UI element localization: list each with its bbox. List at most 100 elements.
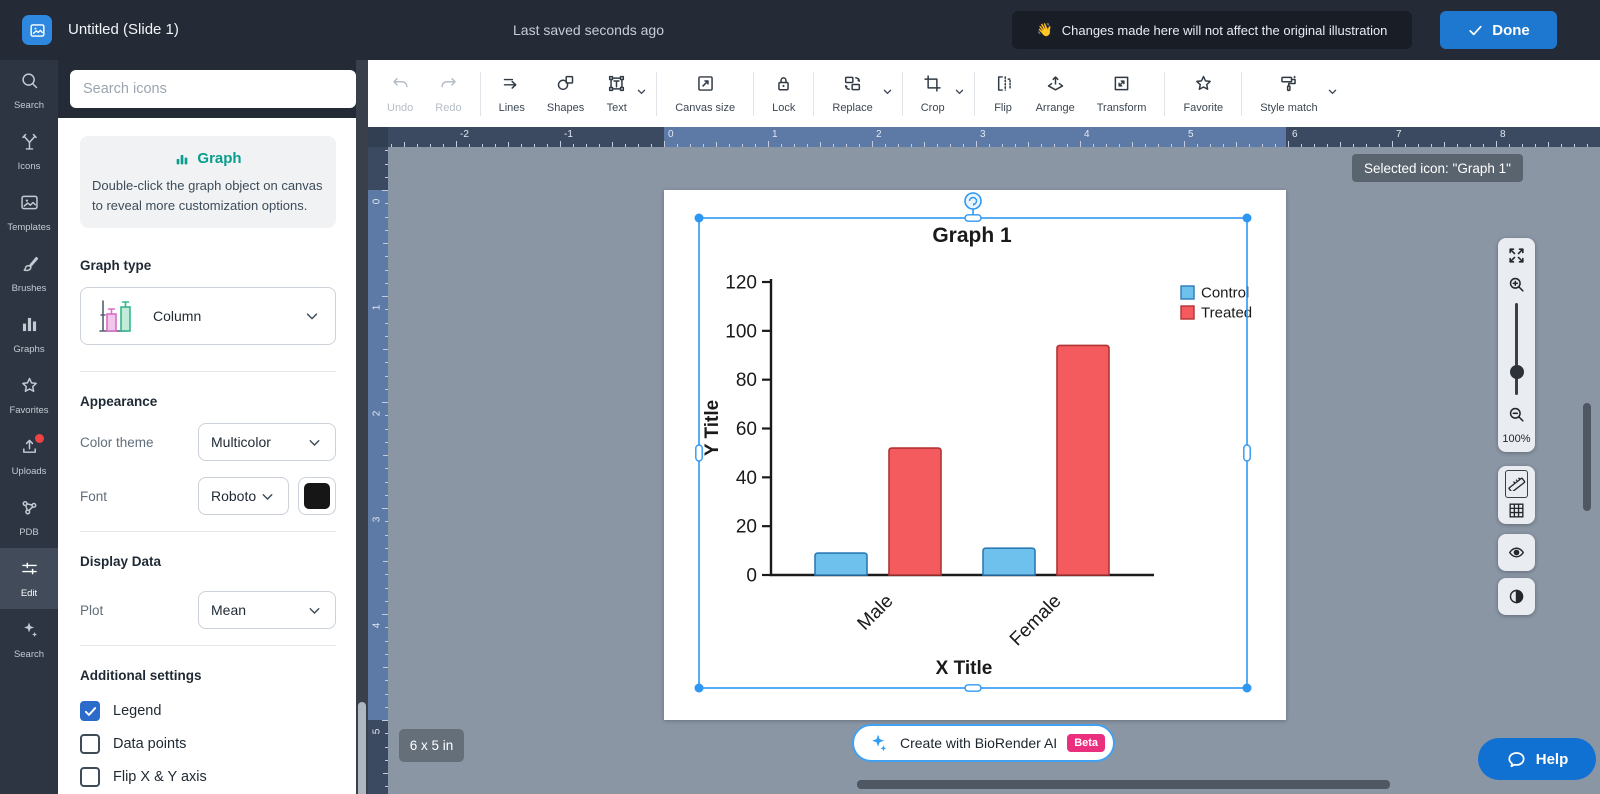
- toolbar-transform-button[interactable]: Transform: [1086, 66, 1158, 122]
- ruler-toggle[interactable]: [1505, 470, 1528, 498]
- bar-treated-female: [1057, 345, 1109, 575]
- toolbar-arrange-button[interactable]: Arrange: [1025, 66, 1086, 122]
- legend-swatch: [1181, 286, 1194, 299]
- panel-body: Graph Double-click the graph object on c…: [58, 118, 356, 794]
- checkbox-label: Flip X & Y axis: [113, 769, 207, 785]
- font-color-swatch: [304, 483, 330, 509]
- help-button[interactable]: Help: [1478, 738, 1596, 780]
- zoom-level: 100%: [1502, 433, 1530, 445]
- panel-scrollbar-thumb[interactable]: [358, 702, 366, 794]
- canvas-horizontal-scrollbar[interactable]: [857, 780, 1390, 789]
- toolbar-text-button[interactable]: Text: [595, 66, 638, 122]
- visibility-panel: [1498, 534, 1535, 571]
- arrange-icon: [1045, 73, 1066, 99]
- check-icon: [1467, 22, 1484, 39]
- transform-icon: [1111, 73, 1132, 99]
- chevron-down-icon[interactable]: [1325, 84, 1340, 104]
- sidebar-item-favorites[interactable]: Favorites: [0, 365, 58, 426]
- app-logo-icon[interactable]: [22, 15, 52, 45]
- crop-icon: [922, 73, 943, 99]
- eye-icon[interactable]: [1507, 543, 1526, 562]
- replace-icon: [842, 73, 863, 99]
- color-theme-select[interactable]: Multicolor: [198, 423, 336, 461]
- artboard[interactable]: Graph 1020406080100120MaleFemaleY TitleX…: [664, 190, 1286, 720]
- beta-badge: Beta: [1067, 734, 1105, 752]
- zoom-in-icon[interactable]: [1507, 275, 1526, 294]
- zoom-slider-thumb[interactable]: [1510, 365, 1524, 379]
- toolbar-separator: [974, 72, 975, 116]
- graph-object[interactable]: Graph 1020406080100120MaleFemaleY TitleX…: [664, 190, 1286, 720]
- sidebar-item-edit[interactable]: Edit: [0, 548, 58, 609]
- checkbox-legend[interactable]: [80, 701, 100, 721]
- sidebar-item-pdb[interactable]: PDB: [0, 487, 58, 548]
- favorite-icon: [1193, 73, 1214, 99]
- star-icon: [19, 375, 40, 401]
- lock-icon: [773, 73, 794, 99]
- ruler-horizontal: -2-1012345678: [368, 127, 1600, 147]
- create-with-ai-button[interactable]: Create with BioRender AI Beta: [852, 724, 1115, 762]
- bar-control-female: [983, 548, 1035, 575]
- panel-scrollbar[interactable]: [356, 60, 368, 794]
- toolbar-redo-button[interactable]: Redo: [424, 66, 472, 122]
- plot-select[interactable]: Mean: [198, 591, 336, 629]
- document-title[interactable]: Untitled (Slide 1): [68, 21, 179, 38]
- zoom-panel: 100%: [1498, 238, 1535, 452]
- sidebar-item-search[interactable]: Search: [0, 609, 58, 670]
- search-icons-input[interactable]: [70, 70, 356, 108]
- sidebar-item-graphs[interactable]: Graphs: [0, 304, 58, 365]
- font-select[interactable]: Roboto: [198, 477, 289, 515]
- toolbar-style-match-button[interactable]: Style match: [1249, 66, 1328, 122]
- setting-row-data-points: Data points: [80, 732, 336, 756]
- zoom-out-icon[interactable]: [1507, 405, 1526, 424]
- left-panel: Graph Double-click the graph object on c…: [58, 60, 368, 794]
- toolbar-crop-button[interactable]: Crop: [910, 66, 956, 122]
- sidebar-item-uploads[interactable]: Uploads: [0, 426, 58, 487]
- ruler-corner: [368, 127, 388, 147]
- chevron-down-icon: [306, 602, 323, 619]
- notice-banner: 👋 Changes made here will not affect the …: [1012, 11, 1412, 49]
- checkbox-data-points[interactable]: [80, 734, 100, 754]
- toolbar-undo-button[interactable]: Undo: [376, 66, 424, 122]
- sidebar-item-brushes[interactable]: Brushes: [0, 243, 58, 304]
- y-tick-label: 100: [725, 321, 757, 342]
- y-tick-label: 0: [746, 566, 757, 587]
- zoom-slider[interactable]: [1507, 303, 1526, 395]
- y-tick-label: 80: [736, 370, 757, 391]
- column-chart-icon: [95, 295, 139, 337]
- chevron-down-icon[interactable]: [880, 84, 895, 104]
- undo-icon: [390, 73, 411, 99]
- sidebar-item-search[interactable]: Search: [0, 60, 58, 121]
- chevron-down-icon: [259, 488, 276, 505]
- chevron-down-icon[interactable]: [952, 84, 967, 104]
- toolbar-canvas-size-button[interactable]: Canvas size: [664, 66, 746, 122]
- toolbar-shapes-button[interactable]: Shapes: [536, 66, 595, 122]
- contrast-icon[interactable]: [1507, 587, 1526, 606]
- toolbar-flip-button[interactable]: Flip: [982, 66, 1025, 122]
- info-body: Double-click the graph object on canvas …: [92, 176, 324, 215]
- setting-row-legend: Legend: [80, 699, 336, 723]
- toolbar-favorite-button[interactable]: Favorite: [1172, 66, 1234, 122]
- notification-dot: [35, 434, 44, 443]
- toolbar-lock-button[interactable]: Lock: [761, 66, 806, 122]
- ai-button-label: Create with BioRender AI: [900, 735, 1057, 751]
- image-icon: [19, 192, 40, 218]
- toolbar-replace-button[interactable]: Replace: [821, 66, 883, 122]
- y-tick-label: 120: [725, 273, 757, 294]
- ai-sparkle-icon: [868, 732, 890, 754]
- sidebar-item-templates[interactable]: Templates: [0, 182, 58, 243]
- checkbox-flip-x-y-axis[interactable]: [80, 767, 100, 787]
- font-color-button[interactable]: [298, 477, 336, 515]
- done-button[interactable]: Done: [1440, 11, 1557, 49]
- toolbar-separator: [480, 72, 481, 116]
- grid-toggle-icon[interactable]: [1507, 501, 1526, 520]
- style-match-icon: [1278, 73, 1299, 99]
- canvas-size-icon: [695, 73, 716, 99]
- sidebar-item-icons[interactable]: Icons: [0, 121, 58, 182]
- canvas-vertical-scrollbar[interactable]: [1583, 403, 1591, 511]
- chevron-down-icon[interactable]: [634, 84, 649, 104]
- toolbar-lines-button[interactable]: Lines: [488, 66, 536, 122]
- graph-type-select[interactable]: Column: [80, 287, 336, 345]
- mini-graph-icon: [174, 151, 190, 167]
- top-bar: Untitled (Slide 1) Last saved seconds ag…: [0, 0, 1600, 60]
- fit-view-icon[interactable]: [1507, 246, 1526, 265]
